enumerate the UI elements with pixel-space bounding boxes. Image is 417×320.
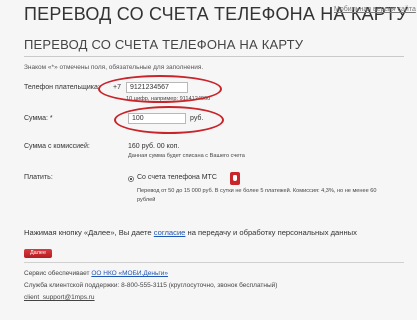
support-info: Служба клиентской поддержки: 8-800-555-3… (24, 282, 278, 289)
highlight-oval-amount (114, 106, 224, 134)
mobile-version-link[interactable]: Мобильная версия сайта (334, 6, 416, 13)
agreement-after: на передачу и обработку персональных дан… (187, 228, 357, 237)
pay-option-radio[interactable] (128, 176, 134, 182)
pay-option-label[interactable]: Со счета телефона МТС (137, 174, 217, 181)
commission-note: Данная сумма будет списана с Вашего счет… (128, 153, 245, 159)
divider (24, 56, 404, 57)
required-note: Знаком «*» отмечены поля, обязательные д… (24, 64, 204, 71)
pay-option-note-1: Перевод от 50 до 15 000 руб. В сутки не … (137, 188, 377, 194)
phone-label: Телефон плательщика: (24, 84, 100, 91)
page: ПЕРЕВОД СО СЧЕТА ТЕЛЕФОНА НА КАРТУ Мобил… (0, 0, 417, 320)
amount-label: Сумма: * (24, 115, 53, 122)
pay-label: Платить: (24, 174, 53, 181)
mts-logo-icon (230, 172, 240, 185)
agreement-before: Нажимая кнопку «Далее», Вы даете (24, 228, 152, 237)
page-subtitle: ПЕРЕВОД СО СЧЕТА ТЕЛЕФОНА НА КАРТУ (24, 37, 304, 52)
commission-label: Сумма с комиссией: (24, 143, 90, 150)
pay-option-note-2: рублей (137, 197, 156, 203)
provider-link[interactable]: ОО НКО «МОБИ.Деньги» (91, 270, 168, 277)
service-prefix: Сервис обеспечивает (24, 270, 90, 277)
agreement-text: Нажимая кнопку «Далее», Вы даете согласи… (24, 228, 357, 237)
footer-divider (24, 262, 404, 263)
highlight-oval-phone (98, 75, 222, 103)
next-button[interactable]: Далее (24, 249, 52, 258)
commission-value: 160 руб. 00 коп. (128, 143, 180, 150)
support-email-link[interactable]: client_support@1mps.ru (24, 294, 95, 301)
service-provider: Сервис обеспечивает ОО НКО «МОБИ.Деньги» (24, 270, 168, 277)
consent-link[interactable]: согласие (154, 228, 186, 237)
